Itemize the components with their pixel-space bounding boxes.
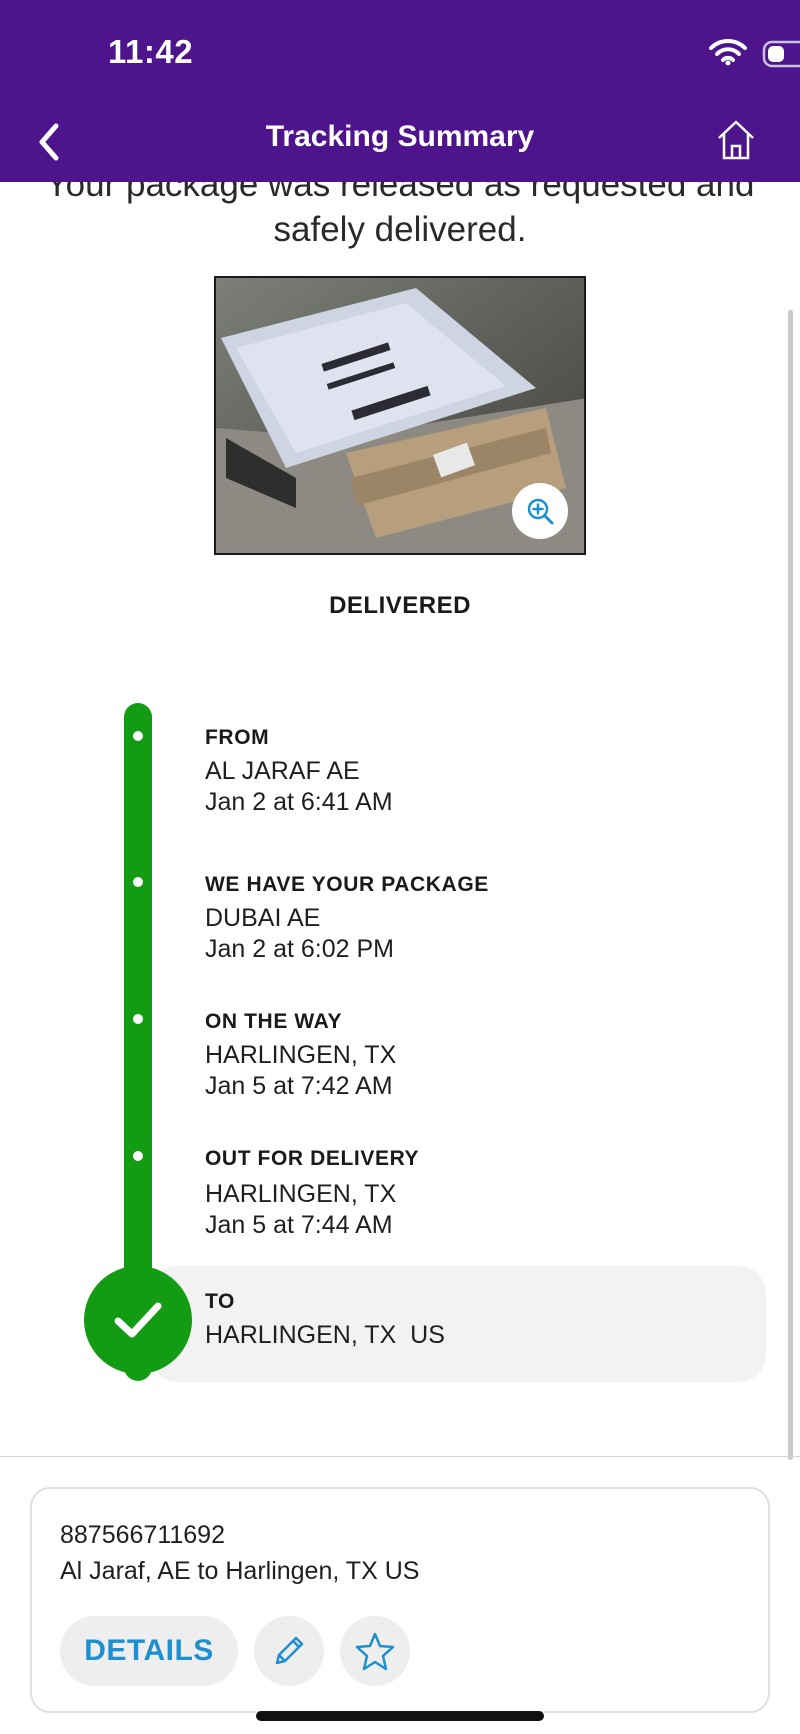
timeline-dot	[133, 1151, 143, 1161]
event-time: Jan 2 at 6:02 PM	[205, 935, 395, 963]
timeline-dot	[133, 877, 143, 887]
timeline-event-picked-up: WE HAVE YOUR PACKAGE DUBAI AE Jan 2 at 6…	[205, 873, 745, 965]
event-location: HARLINGEN, TX	[205, 1180, 397, 1208]
event-time: Jan 5 at 7:44 AM	[205, 1211, 393, 1239]
pencil-icon	[275, 1636, 304, 1665]
event-label: WE HAVE YOUR PACKAGE	[205, 873, 489, 896]
delivered-check-icon	[84, 1266, 192, 1374]
delivery-photo[interactable]	[214, 276, 586, 555]
edit-button[interactable]	[254, 1616, 324, 1686]
shipment-card: 887566711692 Al Jaraf, AE to Harlingen, …	[30, 1487, 770, 1713]
event-time: Jan 2 at 6:41 AM	[205, 788, 393, 816]
timeline-event-from: FROM AL JARAF AE Jan 2 at 6:41 AM	[205, 726, 745, 818]
event-label: OUT FOR DELIVERY	[205, 1147, 420, 1170]
favorite-button[interactable]	[340, 1616, 410, 1686]
home-indicator[interactable]	[256, 1711, 544, 1721]
timeline-dot	[133, 731, 143, 741]
timeline-event-out-for-delivery: OUT FOR DELIVERY HARLINGEN, TX Jan 5 at …	[205, 1147, 745, 1241]
divider	[0, 1456, 800, 1457]
details-button[interactable]: DETAILS	[60, 1616, 238, 1686]
star-icon	[355, 1632, 395, 1671]
timeline-dot	[133, 1014, 143, 1024]
app-header: 11:42 Tracking Summary	[0, 0, 800, 182]
wifi-icon	[709, 38, 747, 66]
event-label: TO	[205, 1290, 235, 1313]
scrollbar[interactable]	[788, 310, 793, 1460]
event-location: AL JARAF AE	[205, 757, 360, 785]
delivery-message: Your package was released as requested a…	[45, 182, 755, 249]
shipment-route: Al Jaraf, AE to Harlingen, TX US	[60, 1557, 420, 1585]
event-label: FROM	[205, 726, 270, 749]
event-time: Jan 5 at 7:42 AM	[205, 1072, 393, 1100]
intro-clip: Your package was released as requested a…	[0, 182, 800, 252]
zoom-button[interactable]	[512, 483, 568, 539]
zoom-in-icon	[527, 498, 554, 525]
timeline-event-on-the-way: ON THE WAY HARLINGEN, TX Jan 5 at 7:42 A…	[205, 1010, 745, 1102]
home-icon[interactable]	[716, 118, 756, 162]
event-location: DUBAI AE	[205, 904, 321, 932]
timeline-event-to: TO HARLINGEN, TX US	[205, 1290, 745, 1351]
event-location: HARLINGEN, TX	[205, 1041, 397, 1069]
battery-icon	[762, 40, 800, 68]
tracking-number: 887566711692	[60, 1521, 225, 1549]
delivery-status: DELIVERED	[329, 592, 471, 619]
status-time: 11:42	[108, 33, 194, 70]
event-label: ON THE WAY	[205, 1010, 343, 1033]
page-title: Tracking Summary	[265, 120, 535, 153]
event-location: HARLINGEN, TX US	[205, 1321, 445, 1349]
